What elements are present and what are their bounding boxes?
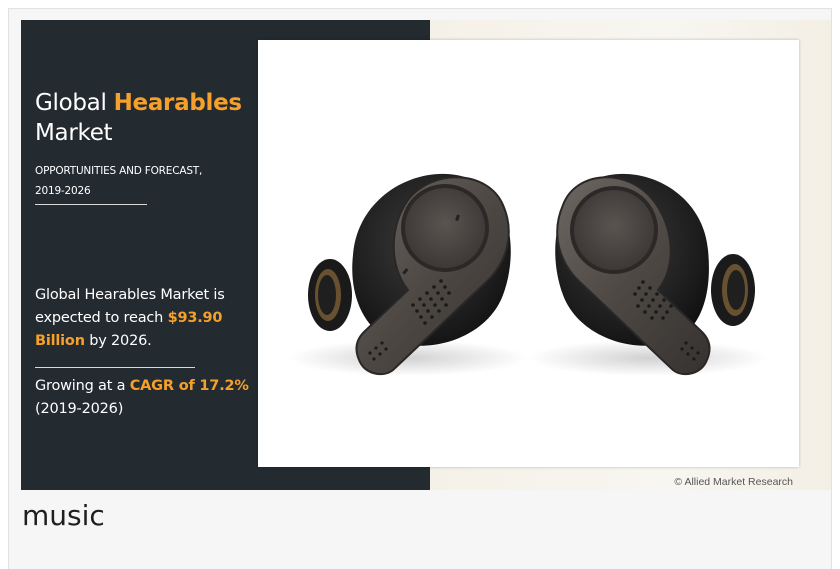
- earbuds-illustration: [288, 173, 768, 376]
- infographic-subtitle: OPPORTUNITIES AND FORECAST, 2019-2026: [35, 161, 202, 201]
- cagr-value: CAGR of 17.2%: [129, 378, 249, 394]
- earbuds-photo: [258, 40, 799, 467]
- subtitle-line-1: OPPORTUNITIES AND FORECAST,: [35, 165, 203, 177]
- copyright-credit: © Allied Market Research: [674, 476, 793, 488]
- stat2-text-b: (2019-2026): [35, 401, 124, 417]
- market-size-statement: Global Hearables Market is expected to r…: [35, 284, 265, 353]
- cagr-statement: Growing at a CAGR of 17.2% (2019-2026): [35, 375, 265, 421]
- divider-2: [35, 367, 195, 368]
- divider-1: [35, 204, 147, 205]
- title-suffix: Market: [35, 120, 113, 146]
- stat2-text-a: Growing at a: [35, 378, 130, 394]
- infographic-title: Global Hearables Market: [35, 88, 242, 148]
- title-prefix: Global: [35, 90, 114, 116]
- subtitle-line-2: 2019-2026: [35, 185, 91, 197]
- image-caption: music: [22, 499, 105, 532]
- stat1-text-b: by 2026.: [84, 333, 152, 349]
- market-infographic: Global Hearables Market OPPORTUNITIES AN…: [21, 20, 831, 490]
- title-highlight: Hearables: [113, 90, 242, 116]
